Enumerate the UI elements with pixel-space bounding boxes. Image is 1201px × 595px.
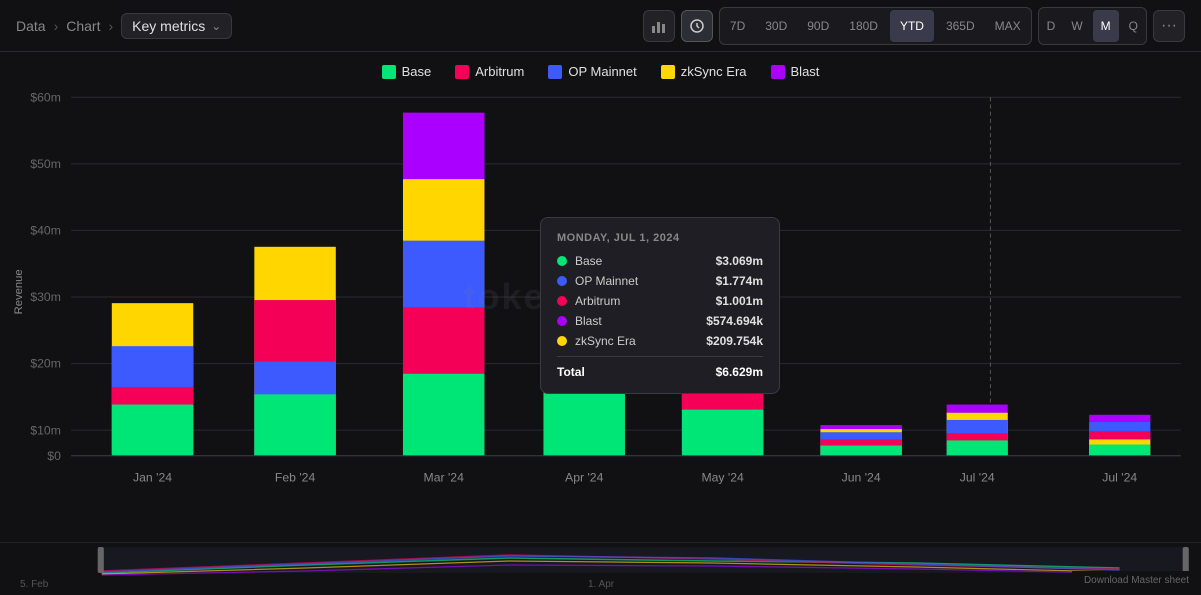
tooltip-value-base: $3.069m bbox=[716, 254, 763, 268]
gran-m[interactable]: M bbox=[1093, 10, 1119, 42]
download-bar[interactable]: Download Master sheet bbox=[1072, 571, 1201, 590]
svg-text:$20m: $20m bbox=[30, 357, 61, 371]
mini-chart[interactable]: 5. Feb 1. Apr 3. Jun Download Master she… bbox=[0, 542, 1201, 590]
legend-zksync-label: zkSync Era bbox=[681, 64, 747, 79]
clock-icon[interactable] bbox=[681, 10, 713, 42]
legend-base: Base bbox=[382, 64, 432, 79]
svg-text:$50m: $50m bbox=[30, 157, 61, 171]
svg-text:Feb '24: Feb '24 bbox=[275, 470, 316, 484]
time-7d[interactable]: 7D bbox=[720, 10, 755, 42]
chart-tooltip: MONDAY, JUL 1, 2024 Base $3.069m OP Main… bbox=[540, 217, 780, 394]
tooltip-value-blast: $574.694k bbox=[706, 314, 763, 328]
header: Data › Chart › Key metrics ⌄ 7D 30D 90D bbox=[0, 0, 1201, 52]
time-range-group: 7D 30D 90D 180D YTD 365D MAX bbox=[719, 7, 1032, 45]
breadcrumb-sep2: › bbox=[108, 18, 113, 34]
tooltip-total-value: $6.629m bbox=[716, 365, 763, 379]
tooltip-date: MONDAY, JUL 1, 2024 bbox=[557, 232, 763, 244]
mini-chart-labels: 5. Feb 1. Apr 3. Jun bbox=[0, 579, 1201, 590]
legend-op-mainnet: OP Mainnet bbox=[548, 64, 636, 79]
gran-w[interactable]: W bbox=[1063, 10, 1090, 42]
legend-op-dot bbox=[548, 65, 562, 79]
tooltip-row-arbitrum: Arbitrum $1.001m bbox=[557, 294, 763, 308]
tooltip-dot-op bbox=[557, 276, 567, 286]
chart-container: Base Arbitrum OP Mainnet zkSync Era Blas… bbox=[0, 52, 1201, 542]
time-365d[interactable]: 365D bbox=[936, 10, 985, 42]
svg-text:$30m: $30m bbox=[30, 290, 61, 304]
download-label: Download Master sheet bbox=[1084, 575, 1189, 586]
legend-arbitrum-dot bbox=[455, 65, 469, 79]
breadcrumb-sep1: › bbox=[54, 18, 59, 34]
legend-blast-label: Blast bbox=[791, 64, 820, 79]
tooltip-row-base: Base $3.069m bbox=[557, 254, 763, 268]
chevron-down-icon: ⌄ bbox=[211, 19, 221, 33]
chart-area[interactable]: token terminal $60m $50m $40m $30m $20m … bbox=[10, 87, 1191, 507]
gran-d[interactable]: D bbox=[1039, 10, 1064, 42]
mini-label-1: 5. Feb bbox=[20, 579, 48, 590]
time-max[interactable]: MAX bbox=[985, 10, 1031, 42]
tooltip-row-op: OP Mainnet $1.774m bbox=[557, 274, 763, 288]
tooltip-row-zksync: zkSync Era $209.754k bbox=[557, 334, 763, 348]
svg-text:Apr '24: Apr '24 bbox=[565, 470, 603, 484]
svg-text:Jan '24: Jan '24 bbox=[133, 470, 172, 484]
svg-text:$10m: $10m bbox=[30, 423, 61, 437]
legend-blast: Blast bbox=[771, 64, 820, 79]
tooltip-label-arbitrum: Arbitrum bbox=[575, 294, 620, 308]
time-90d[interactable]: 90D bbox=[797, 10, 839, 42]
tooltip-value-op: $1.774m bbox=[716, 274, 763, 288]
tooltip-total: Total $6.629m bbox=[557, 365, 763, 379]
breadcrumb-data[interactable]: Data bbox=[16, 18, 46, 34]
legend-zksync-dot bbox=[661, 65, 675, 79]
legend-base-dot bbox=[382, 65, 396, 79]
more-options-button[interactable]: ··· bbox=[1153, 10, 1185, 42]
legend-blast-dot bbox=[771, 65, 785, 79]
tooltip-total-label: Total bbox=[557, 365, 585, 379]
time-30d[interactable]: 30D bbox=[755, 10, 797, 42]
tooltip-dot-arbitrum bbox=[557, 296, 567, 306]
svg-text:Revenue: Revenue bbox=[13, 269, 25, 314]
granularity-group: D W M Q bbox=[1038, 7, 1147, 45]
gran-q[interactable]: Q bbox=[1121, 10, 1146, 42]
breadcrumb: Data › Chart › Key metrics ⌄ bbox=[16, 13, 232, 39]
svg-text:$0: $0 bbox=[47, 449, 61, 463]
tooltip-divider bbox=[557, 356, 763, 357]
tooltip-dot-zksync bbox=[557, 336, 567, 346]
tooltip-row-blast: Blast $574.694k bbox=[557, 314, 763, 328]
mini-chart-svg bbox=[0, 543, 1201, 579]
tooltip-dot-blast bbox=[557, 316, 567, 326]
tooltip-label-zksync: zkSync Era bbox=[575, 334, 636, 348]
legend-op-label: OP Mainnet bbox=[568, 64, 636, 79]
tooltip-dot-base bbox=[557, 256, 567, 266]
time-ytd[interactable]: YTD bbox=[890, 10, 934, 42]
tooltip-value-zksync: $209.754k bbox=[706, 334, 763, 348]
svg-text:May '24: May '24 bbox=[701, 470, 744, 484]
mini-label-2: 1. Apr bbox=[588, 579, 614, 590]
bar-chart-icon[interactable] bbox=[643, 10, 675, 42]
legend-base-label: Base bbox=[402, 64, 432, 79]
legend-arbitrum: Arbitrum bbox=[455, 64, 524, 79]
svg-text:$40m: $40m bbox=[30, 223, 61, 237]
legend-zksync: zkSync Era bbox=[661, 64, 747, 79]
svg-text:Jul '24: Jul '24 bbox=[1102, 470, 1137, 484]
header-right: 7D 30D 90D 180D YTD 365D MAX D W M Q ··· bbox=[643, 7, 1185, 45]
legend-arbitrum-label: Arbitrum bbox=[475, 64, 524, 79]
svg-text:Jun '24: Jun '24 bbox=[842, 470, 881, 484]
breadcrumb-metrics[interactable]: Key metrics ⌄ bbox=[121, 13, 232, 39]
svg-text:$60m: $60m bbox=[30, 90, 61, 104]
breadcrumb-chart[interactable]: Chart bbox=[66, 18, 100, 34]
svg-text:Mar '24: Mar '24 bbox=[424, 470, 465, 484]
svg-text:Jul '24: Jul '24 bbox=[960, 470, 995, 484]
tooltip-label-op: OP Mainnet bbox=[575, 274, 638, 288]
time-180d[interactable]: 180D bbox=[839, 10, 888, 42]
tooltip-label-base: Base bbox=[575, 254, 602, 268]
tooltip-label-blast: Blast bbox=[575, 314, 602, 328]
tooltip-value-arbitrum: $1.001m bbox=[716, 294, 763, 308]
chart-legend: Base Arbitrum OP Mainnet zkSync Era Blas… bbox=[10, 52, 1191, 87]
